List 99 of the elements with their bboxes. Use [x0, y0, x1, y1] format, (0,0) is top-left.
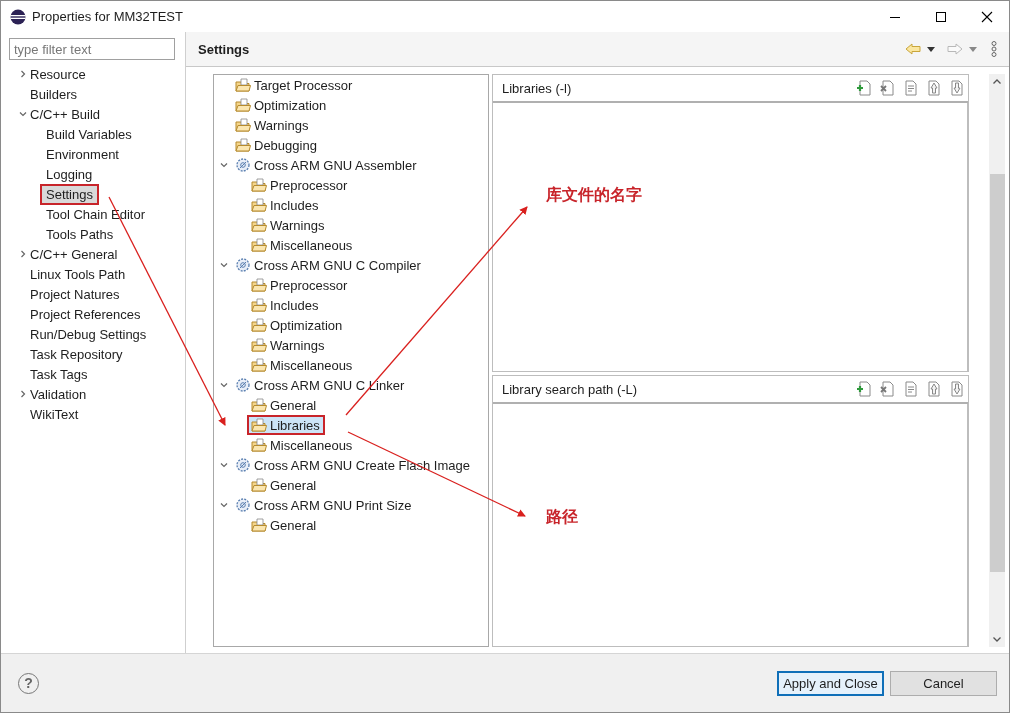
sidebar-item[interactable]: Logging: [44, 163, 99, 185]
sidebar-item[interactable]: Project References: [28, 303, 147, 325]
sidebar-item[interactable]: Tools Paths: [44, 223, 120, 245]
chevron-icon[interactable]: [19, 110, 27, 118]
move-up-icon[interactable]: [925, 381, 941, 397]
sidebar-item[interactable]: Settings: [40, 183, 99, 205]
annotation-label: 路径: [546, 507, 578, 528]
sidebar-item[interactable]: Project Natures: [28, 283, 126, 305]
chevron-icon[interactable]: [220, 461, 228, 469]
folder-icon: [235, 117, 251, 133]
maximize-icon[interactable]: [935, 10, 947, 23]
tree-item[interactable]: Optimization: [231, 95, 332, 115]
sidebar-item[interactable]: Task Repository: [28, 343, 129, 365]
tree-item[interactable]: Preprocessor: [247, 175, 353, 195]
window-title: Properties for MM32TEST: [32, 9, 183, 24]
tree-item[interactable]: General: [247, 515, 322, 535]
tree-item[interactable]: Miscellaneous: [247, 435, 358, 455]
edit-file-icon[interactable]: [902, 80, 918, 96]
scroll-thumb[interactable]: [989, 174, 1005, 572]
chevron-icon[interactable]: [19, 70, 27, 78]
edit-file-icon[interactable]: [902, 381, 918, 397]
folder-icon: [251, 337, 267, 353]
sidebar-item[interactable]: WikiText: [28, 403, 85, 425]
tree-item[interactable]: Cross ARM GNU Print Size: [231, 495, 417, 515]
chevron-icon[interactable]: [220, 501, 228, 509]
page-title: Settings: [198, 41, 250, 57]
sidebar-item[interactable]: Builders: [28, 83, 83, 105]
tree-item[interactable]: General: [247, 475, 322, 495]
folder-icon: [251, 477, 267, 493]
folder-icon: [251, 397, 267, 413]
tree-item[interactable]: General: [247, 395, 322, 415]
folder-icon: [251, 197, 267, 213]
sidebar-item[interactable]: Linux Tools Path: [28, 263, 132, 285]
folder-icon: [251, 217, 267, 233]
tree-item[interactable]: Warnings: [231, 115, 314, 135]
chevron-icon[interactable]: [19, 390, 27, 398]
sidebar-item[interactable]: Environment: [44, 143, 125, 165]
chevron-icon[interactable]: [19, 250, 27, 258]
add-file-icon[interactable]: [856, 80, 872, 96]
folder-icon: [235, 137, 251, 153]
gear-icon: [235, 497, 251, 513]
dialog-button[interactable]: Cancel: [890, 670, 997, 696]
sidebar-item[interactable]: Task Tags: [28, 363, 94, 385]
add-file-icon[interactable]: [856, 381, 872, 397]
gear-icon: [235, 457, 251, 473]
tree-item[interactable]: Libraries: [247, 415, 325, 435]
tree-item[interactable]: Optimization: [247, 315, 348, 335]
scroll-down-icon[interactable]: [993, 637, 1001, 642]
tree-item[interactable]: Cross ARM GNU C Compiler: [231, 255, 426, 275]
sidebar-item[interactable]: Build Variables: [44, 123, 138, 145]
scroll-up-icon[interactable]: [993, 79, 1001, 84]
list-title: Library search path (-L): [502, 381, 638, 397]
folder-icon: [251, 297, 267, 313]
dialog-button[interactable]: Apply and Close: [777, 670, 884, 696]
tree-item[interactable]: Warnings: [247, 215, 330, 235]
chevron-icon[interactable]: [220, 381, 228, 389]
tree-item[interactable]: Target Processor: [231, 75, 358, 95]
sidebar-item[interactable]: Resource: [28, 63, 92, 85]
move-down-icon[interactable]: [948, 80, 964, 96]
gear-icon: [235, 377, 251, 393]
tree-item[interactable]: Includes: [247, 295, 324, 315]
sidebar-item[interactable]: Run/Debug Settings: [28, 323, 153, 345]
folder-icon: [251, 237, 267, 253]
more-icon[interactable]: [991, 41, 997, 57]
folder-icon: [251, 277, 267, 293]
chevron-icon[interactable]: [220, 261, 228, 269]
annotation-label: 库文件的名字: [546, 185, 642, 206]
close-icon[interactable]: [981, 10, 993, 23]
app-logo-icon: [10, 8, 26, 25]
dropdown-icon[interactable]: [927, 46, 935, 52]
gear-icon: [235, 257, 251, 273]
chevron-icon[interactable]: [220, 161, 228, 169]
gear-icon: [235, 157, 251, 173]
tree-item[interactable]: Miscellaneous: [247, 235, 358, 255]
tree-item[interactable]: Preprocessor: [247, 275, 353, 295]
tree-item[interactable]: Cross ARM GNU Assembler: [231, 155, 422, 175]
folder-icon: [251, 357, 267, 373]
folder-icon: [251, 417, 267, 433]
back-arrow-icon[interactable]: [905, 43, 921, 55]
delete-file-icon[interactable]: [879, 381, 895, 397]
move-up-icon[interactable]: [925, 80, 941, 96]
sidebar-item[interactable]: Validation: [28, 383, 93, 405]
tree-item[interactable]: Debugging: [231, 135, 322, 155]
sidebar-item[interactable]: C/C++ Build: [28, 103, 107, 125]
folder-icon: [235, 97, 251, 113]
folder-icon: [251, 177, 267, 193]
tree-item[interactable]: Includes: [247, 195, 324, 215]
folder-icon: [235, 77, 251, 93]
tree-item[interactable]: Miscellaneous: [247, 355, 358, 375]
folder-icon: [251, 517, 267, 533]
folder-icon: [251, 437, 267, 453]
sidebar-item[interactable]: C/C++ General: [28, 243, 124, 265]
scrollbar[interactable]: [989, 74, 1005, 647]
list-title: Libraries (-l): [502, 80, 572, 96]
move-down-icon[interactable]: [948, 381, 964, 397]
tree-item[interactable]: Warnings: [247, 335, 330, 355]
filter-field[interactable]: type filter text: [9, 38, 175, 60]
folder-icon: [251, 317, 267, 333]
delete-file-icon[interactable]: [879, 80, 895, 96]
